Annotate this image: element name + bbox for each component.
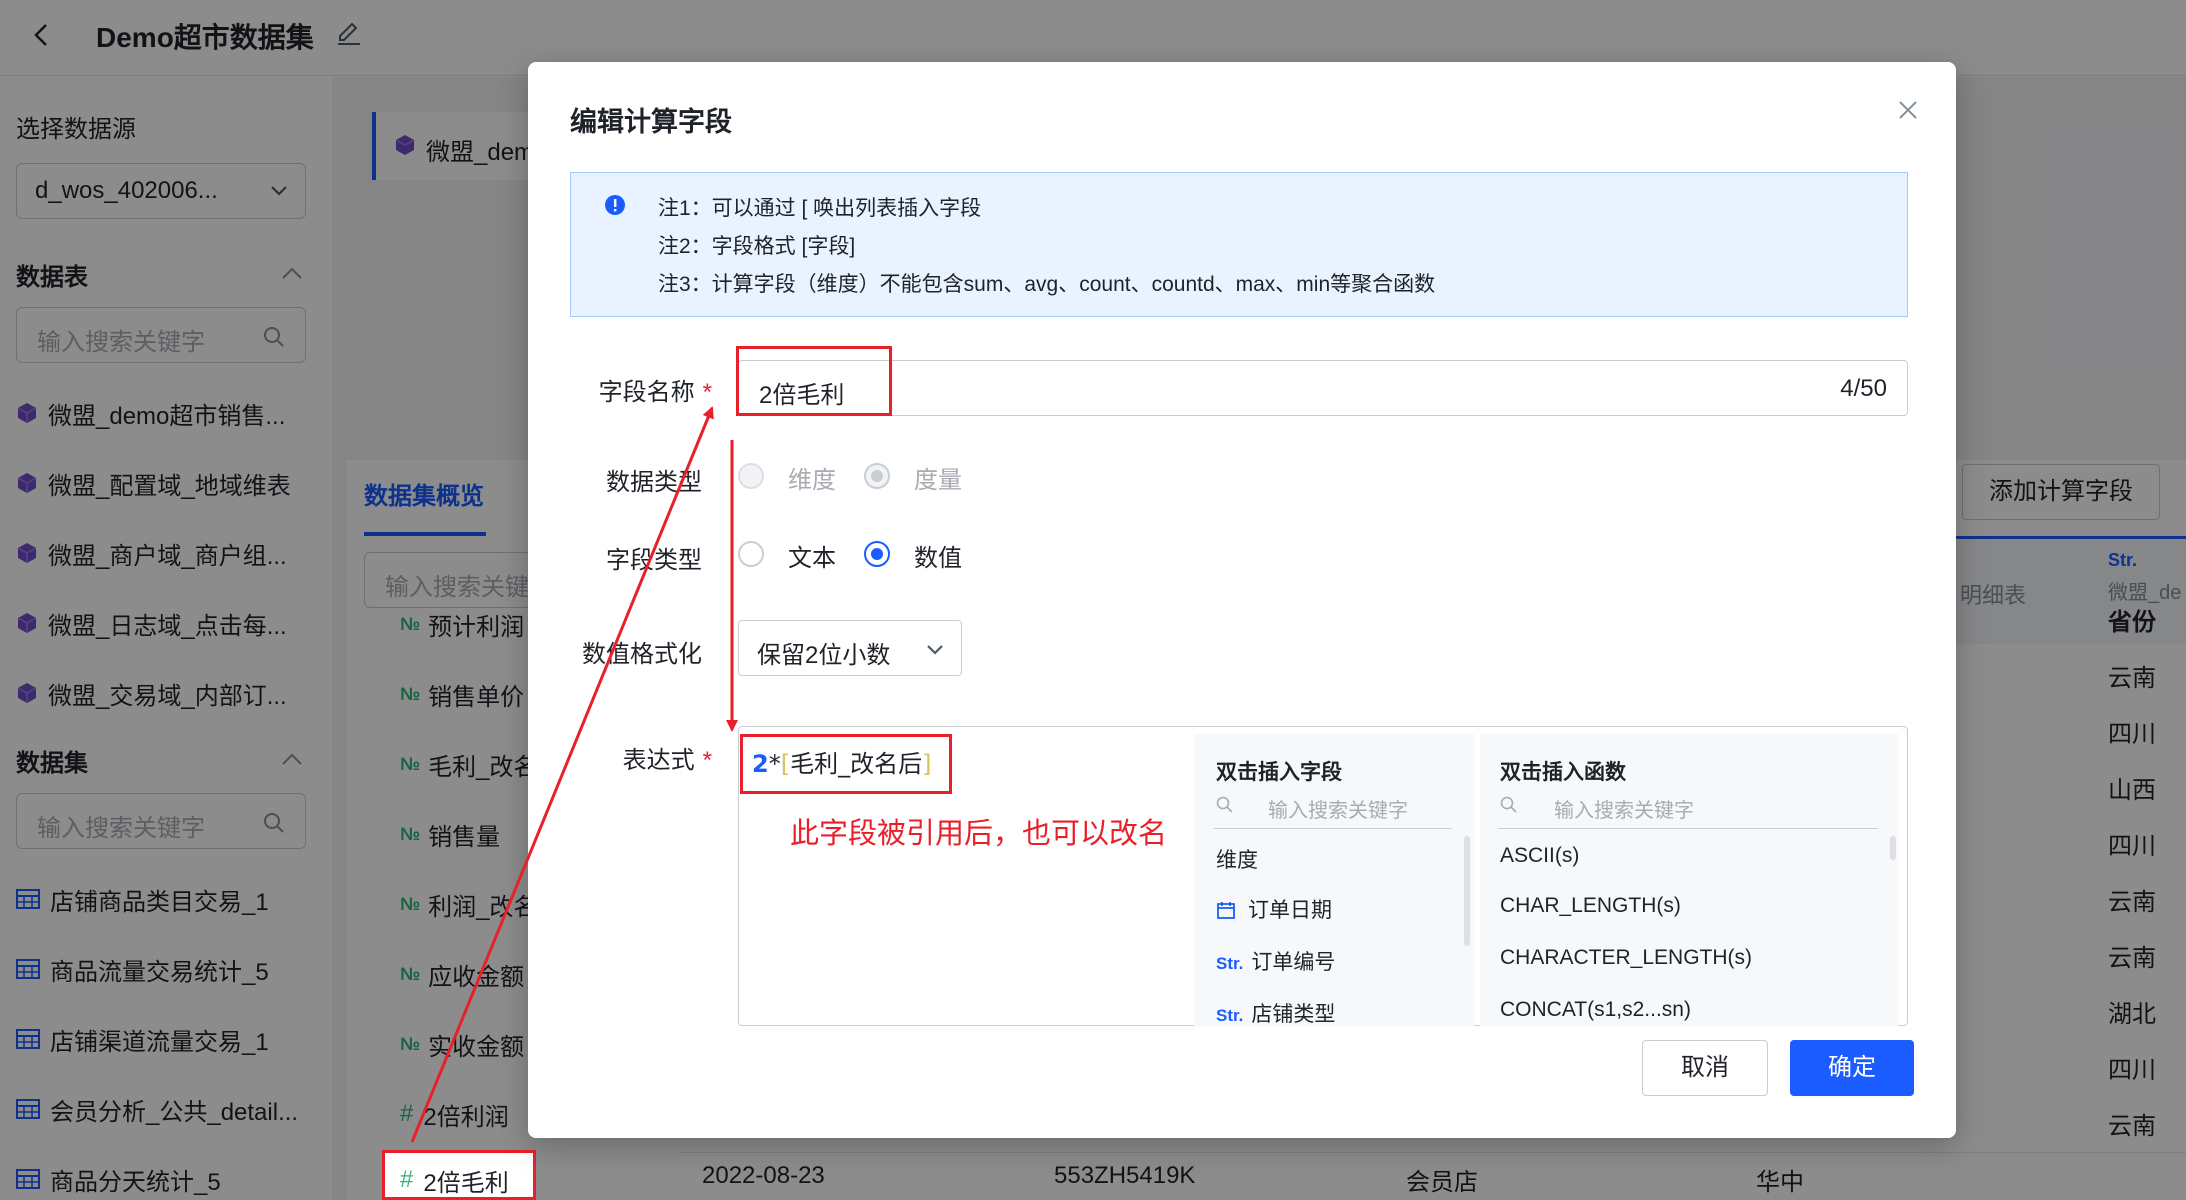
arrow-field-to-name: [410, 406, 714, 1143]
annotation-arrows: [410, 406, 738, 1143]
